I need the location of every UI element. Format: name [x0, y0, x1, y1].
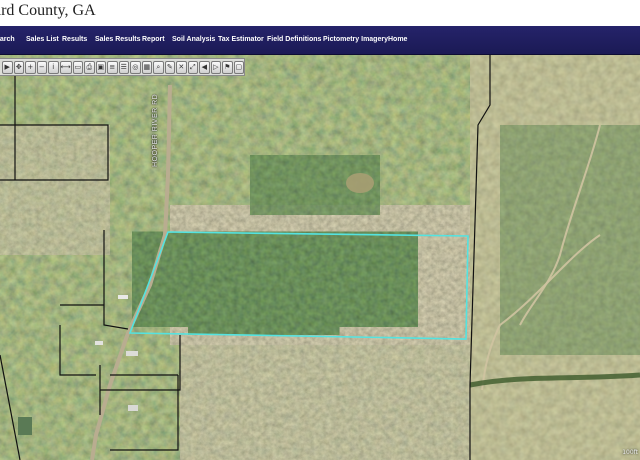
pan-icon[interactable]: ✥ — [13, 60, 24, 74]
pond — [18, 417, 32, 435]
layers-icon[interactable]: ≡ — [107, 60, 118, 74]
search-icon[interactable]: ⌕ — [153, 60, 164, 74]
road-label: HOOPER RIVER RD — [152, 93, 159, 167]
print-icon[interactable]: ⎙ — [84, 60, 95, 74]
nav-tax-estimator[interactable]: Tax Estimator — [218, 26, 264, 54]
nav-pictometry-imagery[interactable]: Pictometry Imagery — [323, 26, 388, 54]
structure — [126, 351, 138, 356]
clear-icon[interactable]: ✕ — [176, 60, 187, 74]
previous-icon[interactable]: ◀ — [199, 60, 210, 74]
main-nav: earch Sales List Results Sales Results R… — [0, 26, 640, 55]
bare-woodland-south — [180, 335, 470, 460]
next-icon[interactable]: ▷ — [210, 60, 222, 74]
extent-icon[interactable]: ⤢ — [187, 60, 199, 74]
nav-results[interactable]: Results — [62, 26, 87, 54]
draw-icon[interactable]: ✎ — [164, 60, 176, 74]
title-bar: ard County, GA — [0, 0, 640, 26]
grid-icon[interactable]: ▦ — [141, 60, 153, 74]
buffer-icon[interactable]: ◎ — [130, 60, 141, 74]
overview-icon[interactable]: ▢ — [233, 60, 245, 74]
small-clearing — [346, 173, 374, 193]
measure-icon[interactable]: ⟷ — [59, 60, 72, 74]
nav-report[interactable]: Report — [142, 26, 165, 54]
nav-sales-list[interactable]: Sales List — [26, 26, 59, 54]
nav-sales-results[interactable]: Sales Results — [95, 26, 141, 54]
nav-field-definitions[interactable]: Field Definitions — [267, 26, 321, 54]
structure — [95, 341, 103, 345]
structure — [128, 405, 138, 411]
bare-woodland-west — [0, 125, 110, 255]
aerial-map[interactable]: HOOPER RIVER RD 100ft — [0, 55, 640, 460]
nav-soil-analysis[interactable]: Soil Analysis — [172, 26, 215, 54]
map-toolbar: ▶ ✥ + − i ⟷ ▭ ⎙ ▣ ≡ ☰ ◎ ▦ ⌕ ✎ ✕ ⤢ ◀ ▷ ⚑ ▢ — [0, 58, 245, 76]
photo-icon[interactable]: ▣ — [95, 60, 107, 74]
identify-icon[interactable]: i — [48, 60, 59, 74]
bookmark-icon[interactable]: ⚑ — [222, 60, 233, 74]
nav-home[interactable]: Home — [388, 26, 407, 54]
zoom-out-icon[interactable]: − — [36, 60, 47, 74]
aerial-imagery — [0, 55, 640, 460]
area-icon[interactable]: ▭ — [72, 60, 84, 74]
structure — [118, 295, 128, 299]
scale-mark: 100ft — [622, 449, 638, 456]
select-icon[interactable]: ▶ — [2, 60, 13, 74]
nav-search[interactable]: earch — [0, 26, 15, 54]
legend-icon[interactable]: ☰ — [118, 60, 130, 74]
zoom-in-icon[interactable]: + — [25, 60, 36, 74]
county-title: ard County, GA — [0, 2, 96, 19]
